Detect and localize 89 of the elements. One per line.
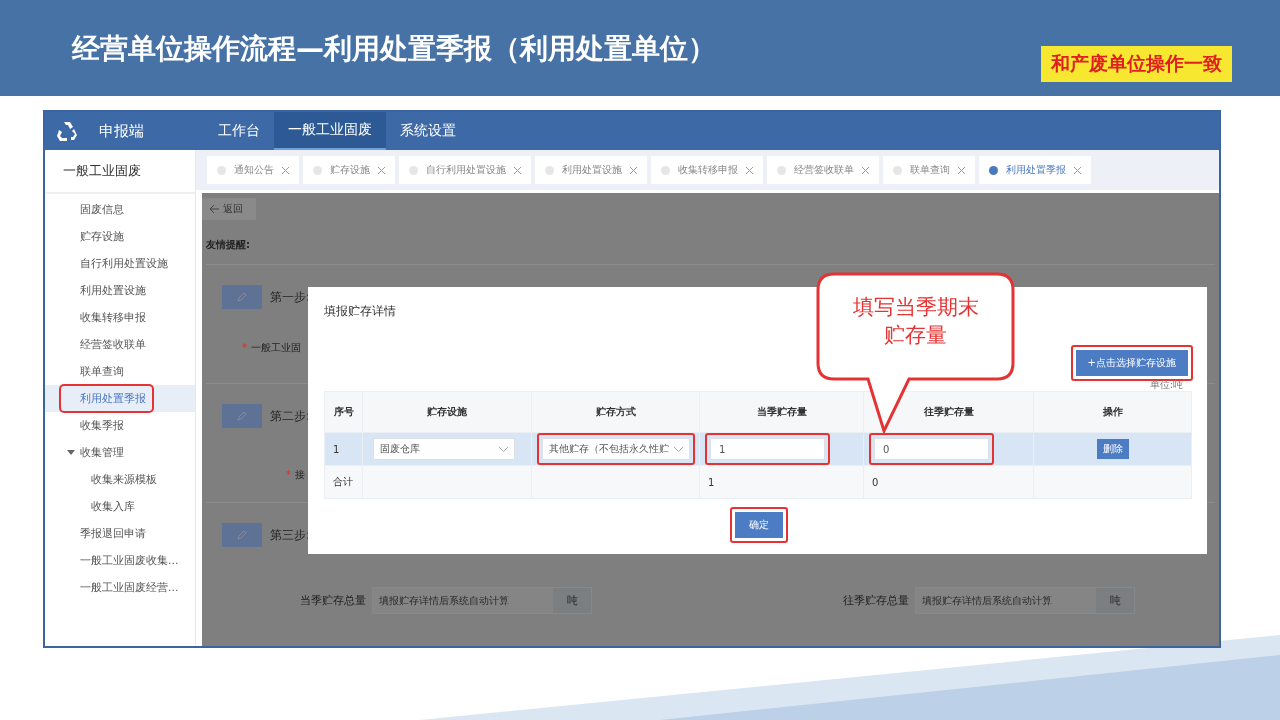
column-header: 当季贮存量 [699,391,864,433]
close-icon[interactable] [282,166,289,174]
table-cell: 1 [708,476,715,488]
column-header: 贮存方式 [531,391,700,433]
sidebar-item[interactable]: 收集管理 [45,442,128,463]
table-cell: 1 [333,443,340,455]
select-field[interactable]: 固废仓库 [373,438,515,460]
tab-label: 自行利用处置设施 [426,163,506,177]
tab-label: 利用处置设施 [562,163,622,177]
page-tab[interactable]: 联单查询 [883,156,975,184]
sidebar-item[interactable]: 经营签收联单 [45,334,150,355]
field-label: 当季贮存总量 [300,593,366,608]
sidebar-item[interactable]: 收集转移申报 [45,307,150,328]
tab-label: 利用处置季报 [1006,163,1066,177]
chevron-down-icon [499,446,508,452]
sidebar-item[interactable]: 收集来源模板 [45,469,161,490]
sidebar-item[interactable]: 贮存设施 [45,226,128,247]
close-icon[interactable] [862,166,869,174]
sidebar-item[interactable]: 利用处置设施 [45,280,150,301]
tab-label: 通知公告 [234,163,274,177]
close-icon[interactable] [514,166,521,174]
sidebar-item[interactable]: 收集入库 [45,496,139,517]
page-tab[interactable]: 经营签收联单 [767,156,879,184]
delete-button[interactable]: 删除 [1097,439,1129,459]
back-button[interactable]: 返回 [202,198,256,220]
input-field[interactable]: 0 [874,438,989,460]
page-tab[interactable]: 贮存设施 [303,156,395,184]
nav-tab[interactable]: 一般工业固废 [274,112,386,150]
tab-label: 收集转移申报 [678,163,738,177]
page-tab[interactable]: 利用处置设施 [535,156,647,184]
pencil-icon [222,404,262,428]
sidebar-item[interactable]: 一般工业固废收集... [45,550,183,571]
column-header: 序号 [324,391,363,433]
input-field[interactable]: 1 [710,438,825,460]
unit-note: 单位:吨 [1149,379,1183,390]
unit-label: 吨 [553,588,591,613]
table-cell: 合计 [333,476,353,487]
total-field[interactable]: 填报贮存详情后系统自动计算 吨 [915,587,1135,614]
close-icon[interactable] [1074,166,1081,174]
unit-label: 吨 [1096,588,1134,613]
close-icon[interactable] [958,166,965,174]
required-mark: * [242,342,247,353]
tab-label: 联单查询 [910,163,950,177]
field-label: 接 [295,469,305,480]
add-facility-button[interactable]: +点击选择贮存设施 [1075,350,1188,376]
recycle-icon [55,120,79,142]
column-header: 贮存设施 [362,391,532,433]
table-cell: 0 [872,476,879,488]
notice-text: 友情提醒: [206,238,251,252]
slide-title: 经营单位操作流程—利用处置季报（利用处置单位） [72,31,716,67]
back-label: 返回 [223,202,243,216]
select-field[interactable]: 其他贮存（不包括永久性贮 [542,438,690,460]
sidebar-item[interactable]: 一般工业固废经营... [45,577,183,598]
page-tab[interactable]: 收集转移申报 [651,156,763,184]
pencil-icon [222,285,262,309]
page-tab[interactable]: 自行利用处置设施 [399,156,531,184]
page-tab[interactable]: 通知公告 [207,156,299,184]
tab-label: 经营签收联单 [794,163,854,177]
sidebar-item[interactable]: 自行利用处置设施 [45,253,172,274]
total-input[interactable]: 填报贮存详情后系统自动计算 [373,588,553,613]
close-icon[interactable] [746,166,753,174]
sidebar-item[interactable]: 联单查询 [45,361,128,382]
dialog-title: 填报贮存详情 [324,303,396,320]
step-label: 第二步: [270,407,311,425]
caret-icon[interactable] [67,450,75,456]
sidebar-item[interactable]: 季报退回申请 [45,523,150,544]
nav-tab[interactable]: 系统设置 [386,112,470,150]
total-field[interactable]: 填报贮存详情后系统自动计算 吨 [372,587,592,614]
confirm-button[interactable]: 确定 [734,512,783,538]
chevron-down-icon [674,446,683,452]
tab-label: 贮存设施 [330,163,370,177]
total-input[interactable]: 填报贮存详情后系统自动计算 [916,588,1096,613]
sidebar-item[interactable]: 固废信息 [45,199,128,220]
app-brand: 申报端 [99,121,145,141]
sidebar-item[interactable]: 利用处置季报 [59,384,154,413]
column-header: 操作 [1033,391,1192,433]
step-label: 第三步: [270,526,311,544]
page-tab[interactable]: 利用处置季报 [979,156,1091,184]
nav-tab[interactable]: 工作台 [204,112,274,150]
sidebar-item[interactable]: 收集季报 [45,415,128,436]
required-mark: * [286,469,291,480]
close-icon[interactable] [378,166,385,174]
note-badge: 和产废单位操作一致 [1041,46,1232,82]
close-icon[interactable] [630,166,637,174]
callout-text: 填写当季期末 贮存量 [851,294,980,349]
field-label: 往季贮存总量 [843,593,909,608]
pencil-icon [222,523,262,547]
arrow-left-icon [210,205,219,213]
step-label: 第一步: [270,288,311,306]
